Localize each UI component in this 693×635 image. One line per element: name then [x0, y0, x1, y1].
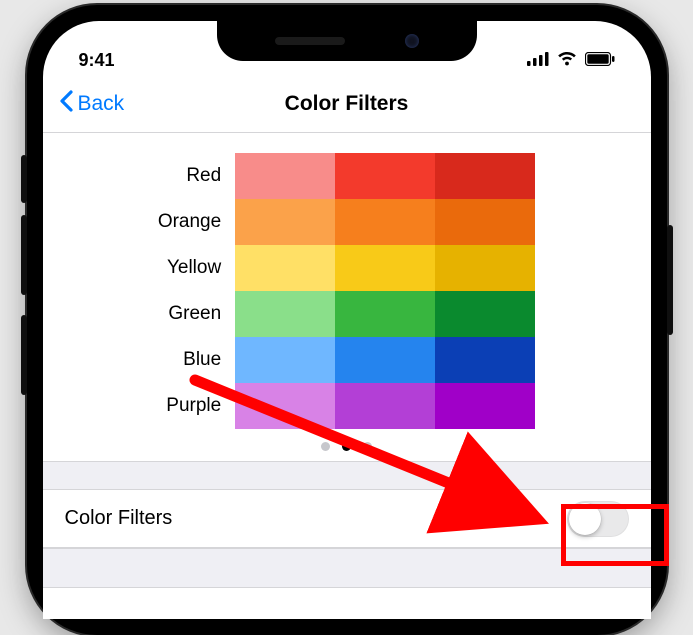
swatch-cell [435, 199, 535, 245]
swatch-cell [335, 199, 435, 245]
color-filters-row: Color Filters [43, 490, 651, 548]
swatch-labels: RedOrangeYellowGreenBluePurple [158, 153, 221, 429]
swatch-cell [235, 337, 335, 383]
screen: 9:41 Back Color Filters [43, 21, 651, 619]
swatch-label: Orange [158, 199, 221, 245]
color-swatch-preview[interactable]: RedOrangeYellowGreenBluePurple [43, 133, 651, 462]
swatch-cell [335, 153, 435, 199]
status-time: 9:41 [79, 50, 115, 71]
chevron-left-icon [59, 90, 74, 118]
swatch-cell [435, 383, 535, 429]
section-gap [43, 548, 651, 588]
section-gap [43, 462, 651, 490]
swatch-cell [335, 291, 435, 337]
volume-up-button [21, 215, 27, 295]
swatch-label: Blue [158, 337, 221, 383]
speaker [275, 37, 345, 45]
back-label: Back [78, 92, 125, 116]
swatch-cell [235, 245, 335, 291]
swatch-cell [435, 153, 535, 199]
page-dot [342, 442, 351, 451]
page-indicator [43, 442, 651, 451]
back-button[interactable]: Back [59, 90, 125, 118]
page-title: Color Filters [43, 92, 651, 116]
swatch-cell [335, 337, 435, 383]
swatch-cell [235, 199, 335, 245]
swatch-grid [235, 153, 535, 429]
swatch-cell [235, 291, 335, 337]
swatch-cell [235, 153, 335, 199]
toggle-knob [569, 503, 601, 535]
swatch-cell [435, 337, 535, 383]
swatch-label: Green [158, 291, 221, 337]
battery-icon [585, 50, 615, 71]
setting-label: Color Filters [65, 507, 173, 530]
swatch-label: Purple [158, 383, 221, 429]
swatch-cell [335, 383, 435, 429]
swatch-cell [435, 291, 535, 337]
swatch-cell [235, 383, 335, 429]
swatch-cell [435, 245, 535, 291]
front-camera [405, 34, 419, 48]
swatch-label: Red [158, 153, 221, 199]
volume-down-button [21, 315, 27, 395]
phone-frame: 9:41 Back Color Filters [27, 5, 667, 635]
cellular-icon [527, 50, 549, 71]
swatch-cell [335, 245, 435, 291]
swatch-label: Yellow [158, 245, 221, 291]
color-filters-toggle[interactable] [567, 501, 629, 537]
page-dot [363, 442, 372, 451]
power-button [667, 225, 673, 335]
notch [217, 21, 477, 61]
nav-bar: Back Color Filters [43, 75, 651, 133]
side-button [21, 155, 27, 203]
wifi-icon [556, 50, 578, 71]
page-dot [321, 442, 330, 451]
